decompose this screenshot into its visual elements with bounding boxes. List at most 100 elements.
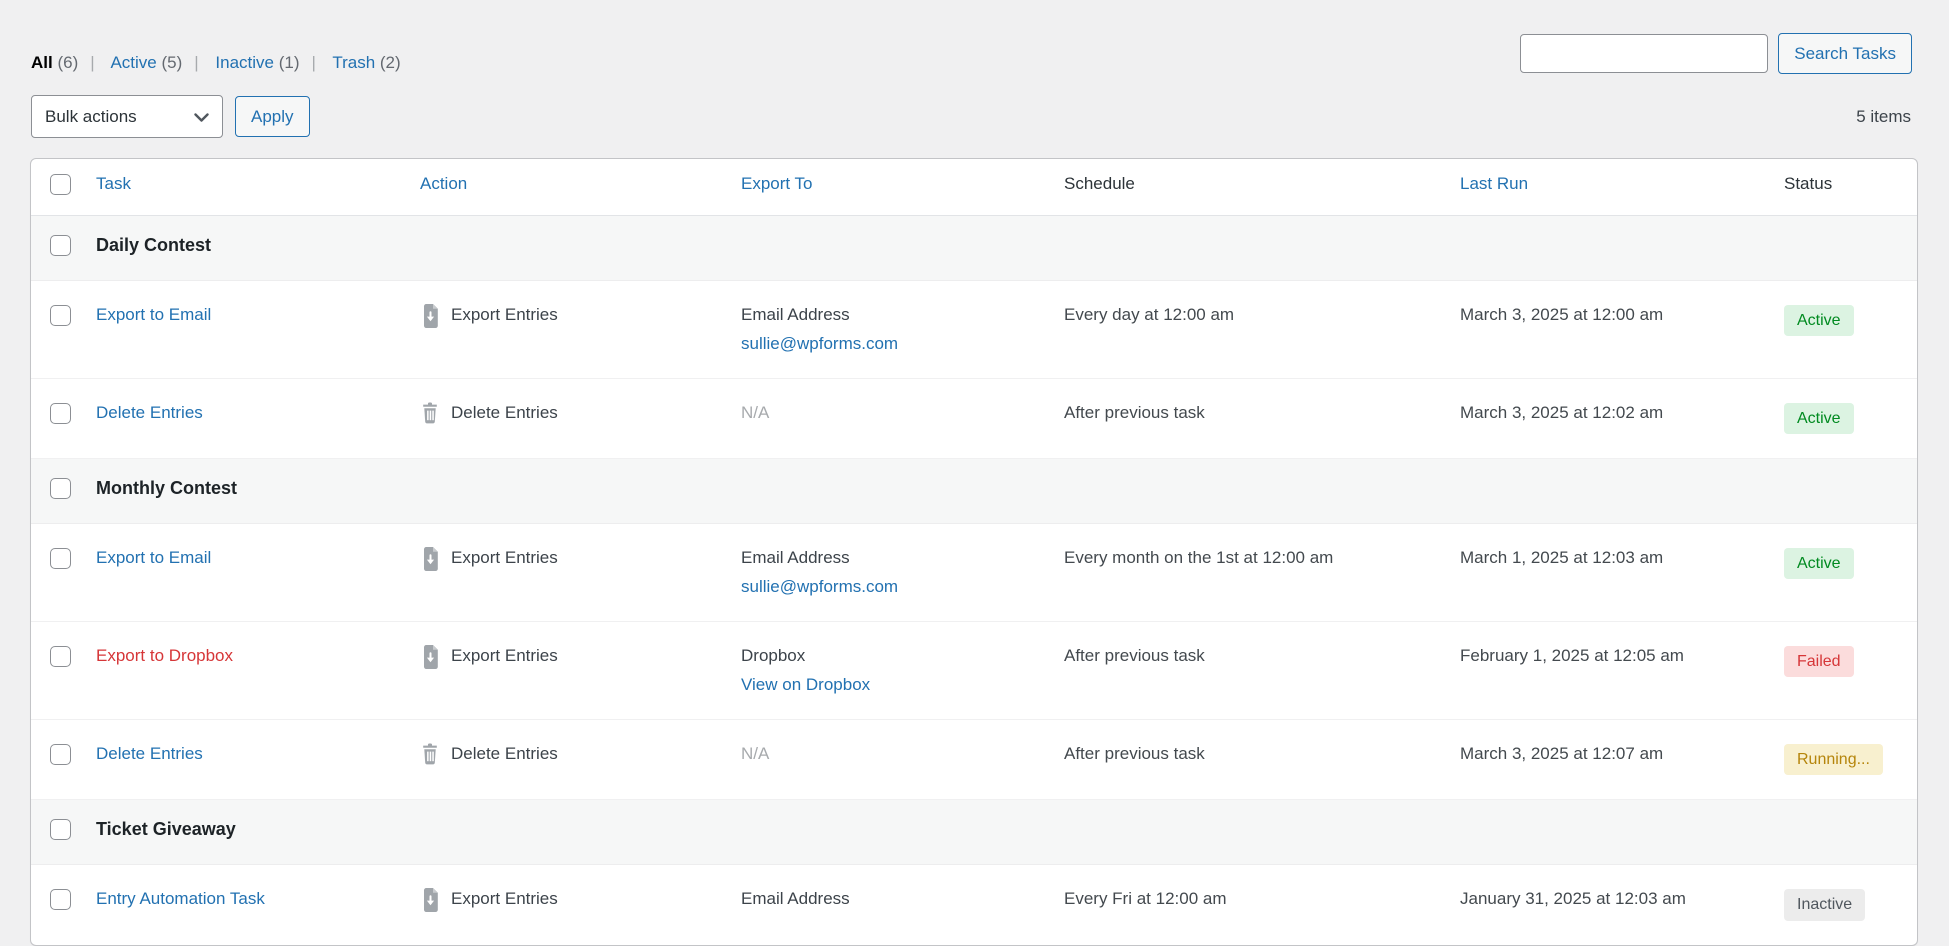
chevron-down-icon	[194, 113, 209, 123]
action-label: Export Entries	[451, 646, 558, 666]
group-row: Ticket Giveaway	[31, 800, 1917, 865]
group-title: Daily Contest	[96, 235, 211, 255]
action-label: Export Entries	[451, 889, 558, 909]
group-row: Daily Contest	[31, 216, 1917, 281]
apply-button[interactable]: Apply	[235, 96, 310, 137]
column-header-schedule: Schedule	[1064, 174, 1135, 193]
row-checkbox[interactable]	[50, 548, 71, 569]
filter-link[interactable]: Active	[110, 53, 156, 72]
row-checkbox[interactable]	[50, 403, 71, 424]
file-export-icon	[420, 547, 440, 571]
row-checkbox[interactable]	[50, 744, 71, 765]
row-checkbox[interactable]	[50, 478, 71, 499]
table-row: Export to Email Export Entries	[31, 281, 1917, 379]
last-run-text: February 1, 2025 at 12:05 am	[1460, 646, 1684, 665]
last-run-text: March 3, 2025 at 12:02 am	[1460, 403, 1663, 422]
status-badge: Active	[1784, 403, 1854, 434]
schedule-text: After previous task	[1064, 646, 1205, 665]
schedule-text: Every day at 12:00 am	[1064, 305, 1234, 324]
export-target: Email Address	[741, 548, 1054, 568]
column-header-last-run[interactable]: Last Run	[1460, 174, 1528, 193]
filter-count: (5)	[157, 53, 183, 72]
column-header-action[interactable]: Action	[420, 174, 467, 193]
filter-count: (1)	[274, 53, 300, 72]
status-badge: Active	[1784, 305, 1854, 336]
bulk-actions-toolbar: Bulk actions Apply	[31, 95, 310, 138]
column-header-status: Status	[1784, 174, 1832, 193]
action-label: Delete Entries	[451, 744, 558, 764]
table-row: Export to Email Export Entries	[31, 524, 1917, 622]
export-target: N/A	[741, 744, 1054, 764]
task-name-link[interactable]: Export to Email	[96, 305, 211, 324]
row-checkbox[interactable]	[50, 235, 71, 256]
tasks-table: Task Action Export To Schedule Last Run …	[30, 158, 1918, 946]
action-label: Delete Entries	[451, 403, 558, 423]
trash-icon	[420, 743, 440, 766]
table-header-row: Task Action Export To Schedule Last Run …	[31, 159, 1917, 216]
schedule-text: Every Fri at 12:00 am	[1064, 889, 1227, 908]
search-tasks-button[interactable]: Search Tasks	[1778, 33, 1912, 74]
export-target: Email Address	[741, 889, 1054, 909]
filter-count: (6)	[53, 53, 79, 72]
export-target: Dropbox	[741, 646, 1054, 666]
group-title: Ticket Giveaway	[96, 819, 236, 839]
table-row: Delete Entries Delete Entries	[31, 379, 1917, 459]
row-checkbox[interactable]	[50, 305, 71, 326]
items-count: 5 items	[1856, 107, 1911, 127]
export-target-link[interactable]: sullie@wpforms.com	[741, 577, 898, 597]
task-name-link[interactable]: Delete Entries	[96, 744, 203, 763]
last-run-text: March 3, 2025 at 12:00 am	[1460, 305, 1663, 324]
status-badge: Active	[1784, 548, 1854, 579]
action-label: Export Entries	[451, 305, 558, 325]
search-input[interactable]	[1520, 34, 1768, 73]
filter-link[interactable]: Inactive	[215, 53, 274, 72]
export-target: N/A	[741, 403, 1054, 423]
export-target: Email Address	[741, 305, 1054, 325]
trash-icon	[420, 402, 440, 425]
last-run-text: January 31, 2025 at 12:03 am	[1460, 889, 1686, 908]
filter-item: Active (5) |	[110, 53, 210, 72]
page: All (6) | Active (5) | Inactive (1) | Trash…	[0, 0, 1949, 860]
table-row: Entry Automation Task Export Entries	[31, 865, 1917, 945]
group-title: Monthly Contest	[96, 478, 237, 498]
table-row: Delete Entries Delete Entries	[31, 720, 1917, 800]
table-body: Daily Contest Export to Email	[31, 216, 1917, 945]
bulk-actions-select[interactable]: Bulk actions	[31, 95, 223, 138]
status-badge: Inactive	[1784, 889, 1865, 920]
group-row: Monthly Contest	[31, 459, 1917, 524]
bulk-actions-selected-value: Bulk actions	[45, 107, 137, 127]
column-header-task[interactable]: Task	[96, 174, 131, 193]
table-row: Export to Dropbox Export Entries	[31, 622, 1917, 720]
select-all-checkbox[interactable]	[50, 174, 71, 195]
row-checkbox[interactable]	[50, 646, 71, 667]
task-name-link[interactable]: Export to Dropbox	[96, 646, 233, 665]
filter-separator: |	[90, 53, 94, 72]
filter-link[interactable]: Trash	[332, 53, 375, 72]
column-header-export-to[interactable]: Export To	[741, 174, 813, 193]
row-checkbox[interactable]	[50, 889, 71, 910]
filter-separator: |	[312, 53, 316, 72]
action-label: Export Entries	[451, 548, 558, 568]
status-badge: Failed	[1784, 646, 1854, 677]
file-export-icon	[420, 645, 440, 669]
export-target-link[interactable]: sullie@wpforms.com	[741, 334, 898, 354]
last-run-text: March 3, 2025 at 12:07 am	[1460, 744, 1663, 763]
last-run-text: March 1, 2025 at 12:03 am	[1460, 548, 1663, 567]
filter-item: All (6) |	[31, 53, 107, 72]
schedule-text: After previous task	[1064, 744, 1205, 763]
schedule-text: After previous task	[1064, 403, 1205, 422]
status-badge: Running...	[1784, 744, 1883, 775]
export-target-link[interactable]: View on Dropbox	[741, 675, 870, 695]
search-bar: Search Tasks	[1520, 33, 1912, 74]
file-export-icon	[420, 888, 440, 912]
task-name-link[interactable]: Export to Email	[96, 548, 211, 567]
filter-link[interactable]: All	[31, 53, 53, 72]
filter-item: Inactive (1) |	[215, 53, 328, 72]
filter-separator: |	[194, 53, 198, 72]
filter-list: All (6) | Active (5) | Inactive (1) | Trash…	[31, 53, 401, 73]
file-export-icon	[420, 304, 440, 328]
task-name-link[interactable]: Delete Entries	[96, 403, 203, 422]
row-checkbox[interactable]	[50, 819, 71, 840]
schedule-text: Every month on the 1st at 12:00 am	[1064, 548, 1333, 567]
task-name-link[interactable]: Entry Automation Task	[96, 889, 265, 908]
